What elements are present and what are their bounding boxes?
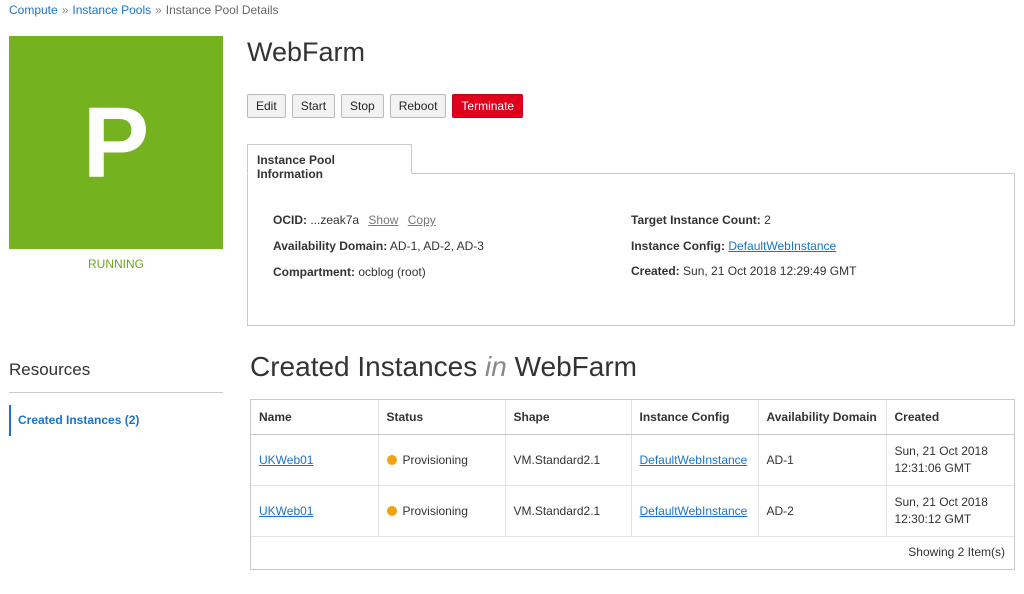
created-row: Created: Sun, 21 Oct 2018 12:29:49 GMT [631,264,856,278]
availability-domain-row: Availability Domain: AD-1, AD-2, AD-3 [273,239,484,253]
ocid-value: ...zeak7a [310,213,360,227]
target-instance-count-label: Target Instance Count: [631,213,761,227]
instance-pool-status-tile: P [9,36,223,249]
instance-config-link[interactable]: DefaultWebInstance [728,239,836,253]
breadcrumb-separator: » [61,3,69,17]
table-header-row: Name Status Shape Instance Config Availa… [251,400,1014,435]
cell-status: Provisioning [378,485,506,537]
instance-config-link[interactable]: DefaultWebInstance [640,453,748,467]
cell-name: UKWeb01 [251,434,379,486]
breadcrumb-separator: » [155,3,162,17]
instance-name-link[interactable]: UKWeb01 [259,504,313,518]
edit-button[interactable]: Edit [247,94,286,118]
pool-letter-icon: P [82,86,150,199]
created-value: Sun, 21 Oct 2018 12:29:49 GMT [683,264,857,278]
cell-created: Sun, 21 Oct 2018 12:30:12 GMT [886,485,1014,537]
cell-name: UKWeb01 [251,485,379,537]
target-instance-count-value: 2 [764,213,771,227]
stop-button[interactable]: Stop [341,94,384,118]
status-label: RUNNING [88,257,144,271]
cell-shape: VM.Standard2.1 [505,485,632,537]
cell-created: Sun, 21 Oct 2018 12:31:06 GMT [886,434,1014,486]
column-header-created[interactable]: Created [886,400,1014,435]
terminate-button[interactable]: Terminate [452,94,524,118]
column-header-availability-domain[interactable]: Availability Domain [758,400,887,435]
action-toolbar: Edit Start Stop Reboot Terminate [247,94,524,118]
resources-item-created-instances[interactable]: Created Instances (2) [9,405,223,436]
resources-divider [9,392,223,393]
cell-status: Provisioning [378,434,506,486]
column-header-name[interactable]: Name [251,400,379,435]
created-date: Sun, 21 Oct 2018 [894,494,988,509]
status-text: Provisioning [402,503,468,518]
page-title: WebFarm [247,37,366,67]
compartment-label: Compartment: [273,265,356,279]
ocid-show-link[interactable]: Show [368,213,398,227]
reboot-button[interactable]: Reboot [389,94,447,118]
cell-availability-domain: AD-1 [758,434,887,486]
target-instance-count-row: Target Instance Count: 2 [631,213,771,227]
ocid-copy-link[interactable]: Copy [408,213,436,227]
created-time: 12:31:06 GMT [894,460,972,475]
ocid-row: OCID: ...zeak7a Show Copy [273,213,436,227]
instance-pool-info-panel: OCID: ...zeak7a Show Copy Availability D… [247,173,1015,326]
ocid-label: OCID: [273,213,307,227]
created-time: 12:30:12 GMT [894,511,972,526]
compartment-value: ocblog (root) [358,265,426,279]
availability-domain-value: AD-1, AD-2, AD-3 [389,239,484,253]
cell-instance-config: DefaultWebInstance [631,485,759,537]
status-text: Provisioning [402,452,468,467]
breadcrumb-compute[interactable]: Compute [9,3,58,17]
start-button[interactable]: Start [291,94,336,118]
created-label: Created: [631,264,680,278]
column-header-shape[interactable]: Shape [505,400,632,435]
status-dot-icon [386,505,397,516]
resources-heading: Resources [9,360,91,379]
column-header-status[interactable]: Status [378,400,506,435]
cell-shape: VM.Standard2.1 [505,434,632,486]
instances-table-container: Name Status Shape Instance Config Availa… [250,399,1015,570]
section-title-suffix: WebFarm [514,351,637,382]
status-dot-icon [386,454,397,465]
cell-instance-config: DefaultWebInstance [631,434,759,486]
breadcrumb-current: Instance Pool Details [165,3,279,17]
created-date: Sun, 21 Oct 2018 [894,443,988,458]
cell-availability-domain: AD-2 [758,485,887,537]
table-row: UKWeb01 Provisioning VM.Standard2.1 Defa… [251,434,1014,486]
compartment-row: Compartment: ocblog (root) [273,265,426,279]
instances-table: Name Status Shape Instance Config Availa… [251,400,1014,537]
instance-config-link[interactable]: DefaultWebInstance [640,504,748,518]
instance-config-row: Instance Config: DefaultWebInstance [631,239,836,253]
section-title: Created Instances in WebFarm [250,351,637,383]
column-header-instance-config[interactable]: Instance Config [631,400,759,435]
availability-domain-label: Availability Domain: [273,239,388,253]
breadcrumb: Compute» Instance Pools» Instance Pool Det… [9,3,279,17]
instance-config-label: Instance Config: [631,239,726,253]
section-title-prefix: Created Instances [250,351,478,382]
section-title-in: in [485,351,507,382]
table-row: UKWeb01 Provisioning VM.Standard2.1 Defa… [251,485,1014,537]
breadcrumb-instance-pools[interactable]: Instance Pools [72,3,151,17]
table-item-count: Showing 2 Item(s) [908,545,1005,559]
tab-instance-pool-information[interactable]: Instance Pool Information [247,144,412,181]
instance-name-link[interactable]: UKWeb01 [259,453,313,467]
